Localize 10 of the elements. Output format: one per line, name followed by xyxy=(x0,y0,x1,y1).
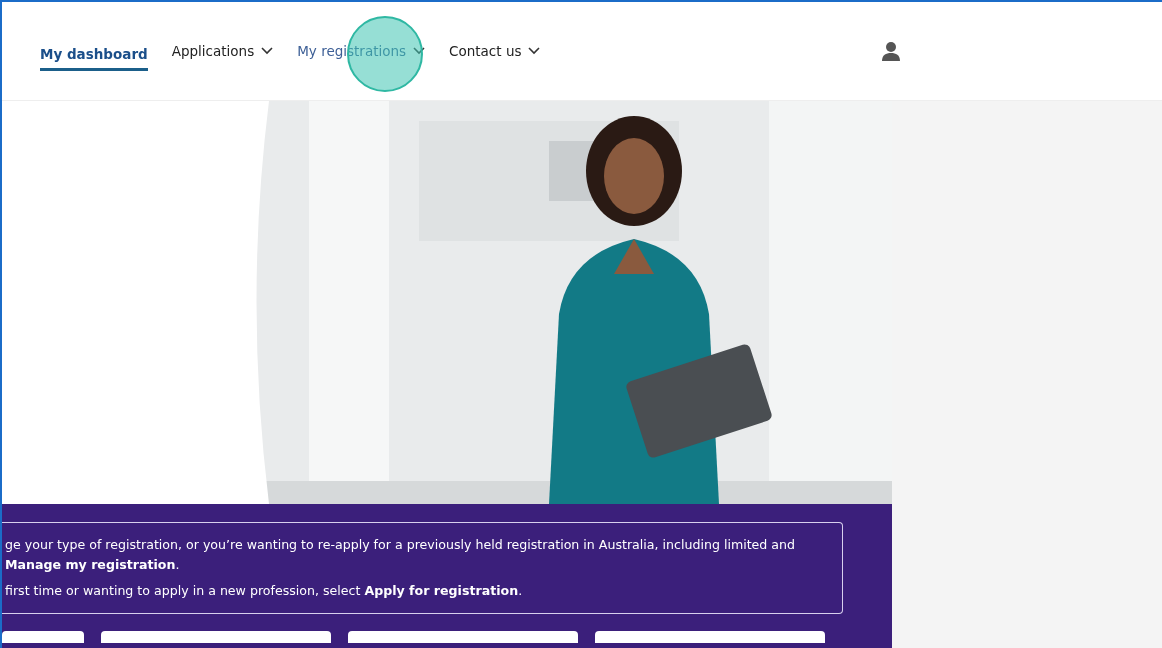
nav-link[interactable]: Applications xyxy=(171,35,274,67)
option-card[interactable] xyxy=(2,631,84,644)
user-icon[interactable] xyxy=(880,40,902,62)
nav-link[interactable]: Contact us xyxy=(449,35,541,67)
option-card[interactable] xyxy=(595,631,825,644)
info-text: first time or wanting to apply in a new profession, select Apply for registration. xyxy=(5,582,524,601)
option-card[interactable] xyxy=(101,631,331,644)
option-card[interactable] xyxy=(348,631,578,644)
info-text: ge your type of registration, or you’re wanting to re-apply for a previously held registration in Australia, including limited and Manage my registration. xyxy=(5,536,797,575)
nav-link[interactable]: My dashboard xyxy=(40,37,148,71)
